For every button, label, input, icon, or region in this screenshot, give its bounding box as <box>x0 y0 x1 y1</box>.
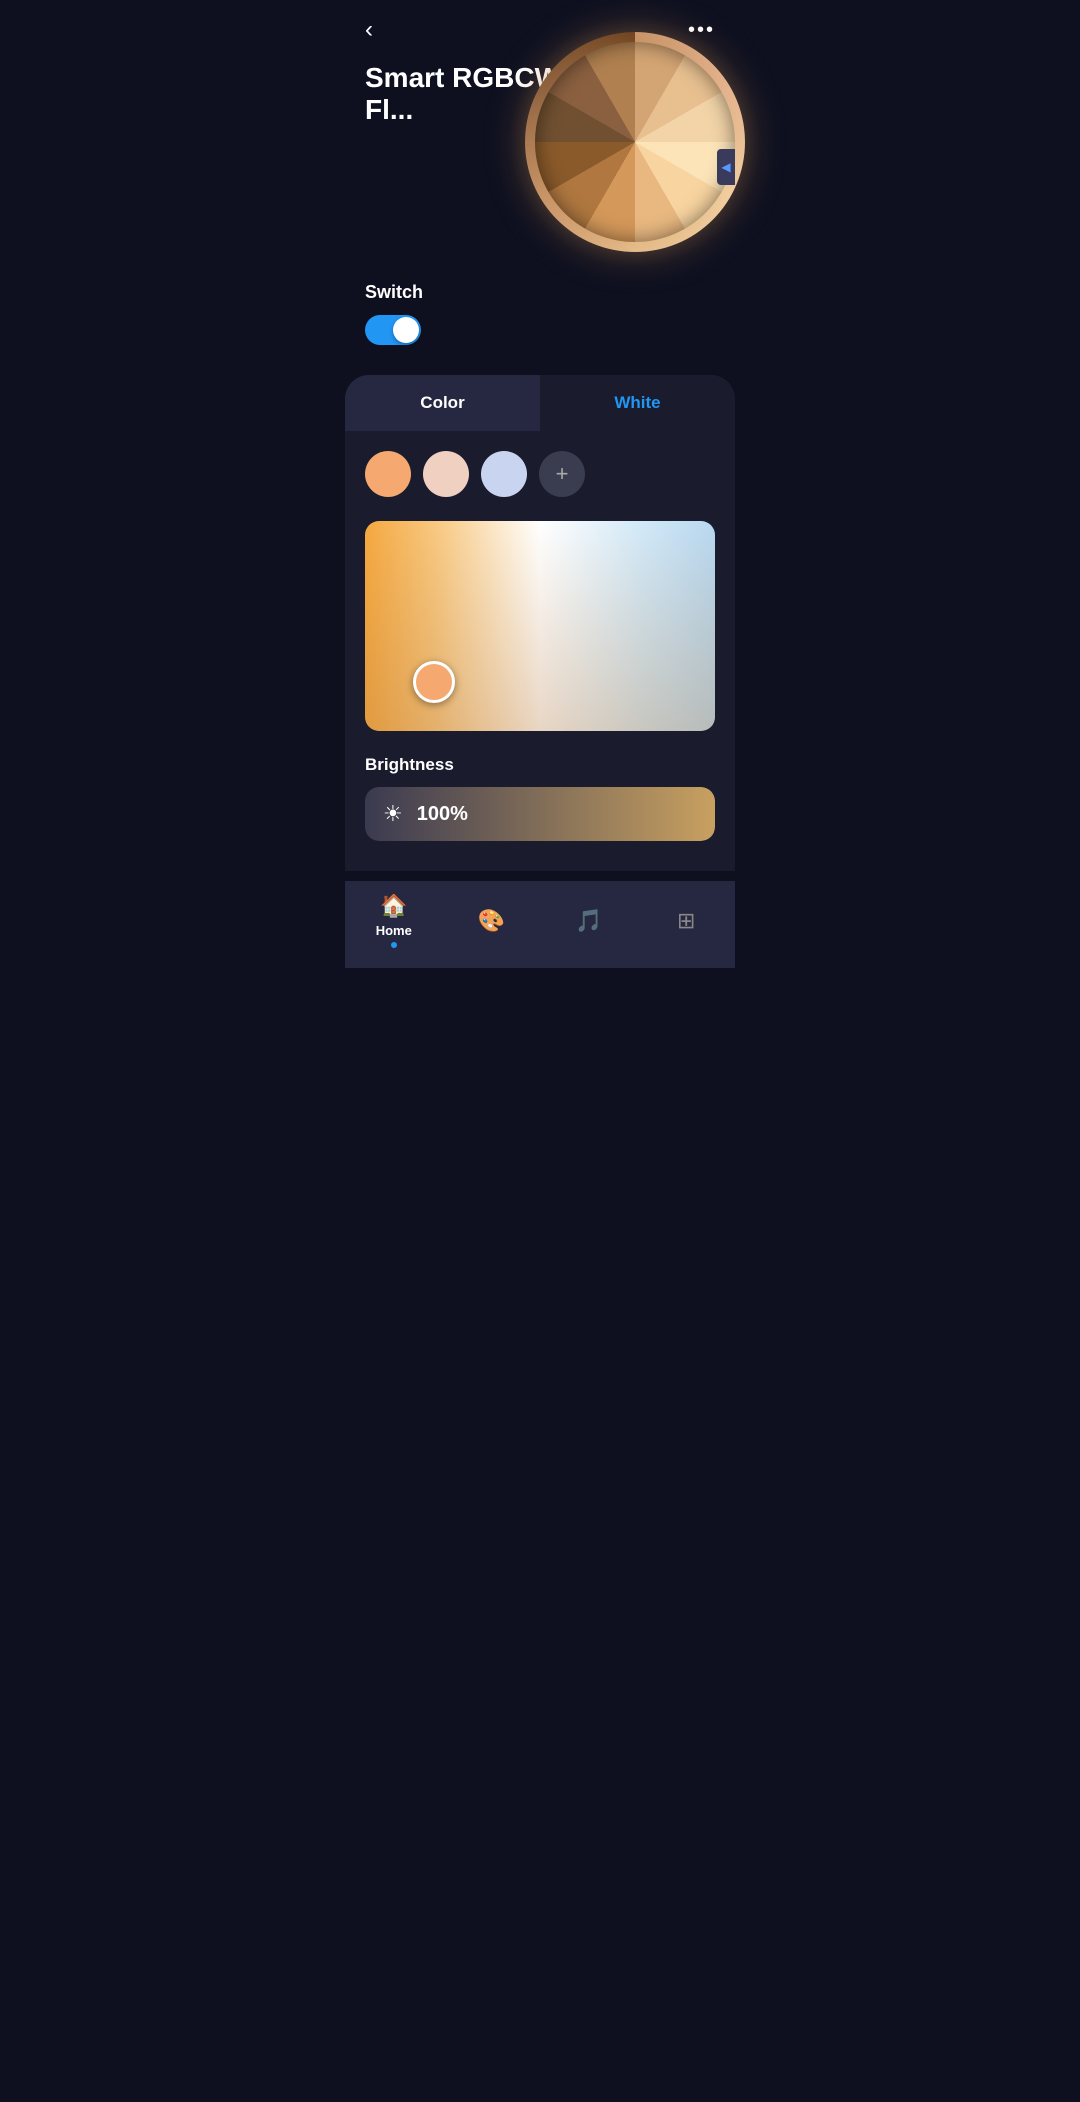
tab-white[interactable]: White <box>540 375 735 431</box>
preset-cool[interactable] <box>481 451 527 497</box>
switch-section: Switch <box>345 282 735 365</box>
nav-label-home: Home <box>376 923 412 938</box>
dial-ring <box>535 42 735 242</box>
preset-circles: + <box>365 451 715 497</box>
dial-outer[interactable]: 💡 0% <box>525 32 745 252</box>
bottom-panel: Color White + Brightness ☀ 100% <box>345 375 735 871</box>
nav-item-music[interactable]: 🎵 <box>554 908 624 934</box>
grid-icon: ⊞ <box>677 908 695 934</box>
brightness-value: 100% <box>417 803 468 826</box>
brightness-label: Brightness <box>365 755 715 775</box>
sun-icon: ☀ <box>383 801 403 827</box>
color-picker-thumb[interactable] <box>413 661 455 703</box>
brightness-content: ☀ 100% <box>383 801 468 827</box>
presets-section: + <box>345 431 735 507</box>
side-arrow-button[interactable] <box>717 149 735 185</box>
switch-label: Switch <box>365 282 715 303</box>
bottom-nav: 🏠 Home 🎨 🎵 ⊞ <box>345 881 735 968</box>
toggle-container <box>365 315 715 345</box>
brightness-section: Brightness ☀ 100% <box>345 745 735 851</box>
preset-light[interactable] <box>423 451 469 497</box>
power-toggle[interactable] <box>365 315 421 345</box>
music-icon: 🎵 <box>575 908 602 934</box>
back-button[interactable]: ‹ <box>365 16 373 44</box>
color-gradient-picker[interactable] <box>365 521 715 731</box>
nav-item-grid[interactable]: ⊞ <box>651 908 721 934</box>
home-icon: 🏠 <box>380 893 407 919</box>
toggle-knob <box>393 317 419 343</box>
nav-item-home[interactable]: 🏠 Home <box>359 893 429 948</box>
tab-color[interactable]: Color <box>345 375 540 431</box>
preset-warm[interactable] <box>365 451 411 497</box>
nav-dot-home <box>391 942 397 948</box>
tabs: Color White <box>345 375 735 431</box>
preset-add-button[interactable]: + <box>539 451 585 497</box>
header-section: Smart RGBCW Fl... 💡 0% <box>345 52 735 282</box>
palette-icon: 🎨 <box>478 908 505 934</box>
nav-item-palette[interactable]: 🎨 <box>456 908 526 934</box>
brightness-slider[interactable]: ☀ 100% <box>365 787 715 841</box>
gradient-overlay <box>365 521 715 731</box>
